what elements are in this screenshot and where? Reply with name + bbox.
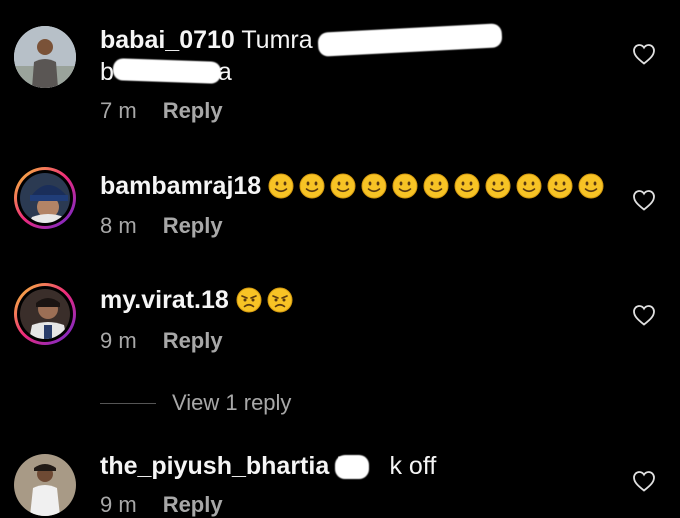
avatar-image (14, 454, 76, 516)
comment-time: 8 m (100, 213, 137, 238)
heart-icon[interactable] (632, 470, 656, 492)
smiling-face-emoji-icon (423, 173, 449, 199)
smiling-face-emoji-icon (547, 173, 573, 199)
smiling-face-emoji-icon (578, 173, 604, 199)
angry-face-emoji-icon (267, 287, 293, 313)
comment-time: 9 m (100, 328, 137, 353)
heart-icon[interactable] (632, 43, 656, 65)
smiling-face-emoji-icon (299, 173, 325, 199)
redaction-scribble (112, 58, 222, 84)
smiling-face-emoji-icon (485, 173, 511, 199)
comment-meta: 8 m Reply (100, 213, 223, 239)
comment-body-start: b (100, 58, 114, 86)
view-replies-label[interactable]: View 1 reply (172, 390, 291, 415)
divider-line (100, 403, 156, 404)
comment-username[interactable]: my.virat.18 (100, 286, 229, 314)
avatar[interactable] (14, 167, 76, 229)
comment-body-end: k off (389, 452, 437, 480)
reply-button[interactable]: Reply (163, 328, 223, 353)
avatar[interactable] (14, 283, 76, 345)
avatar-image (14, 26, 76, 88)
comment-username[interactable]: the_piyush_bhartia (100, 452, 329, 480)
avatar[interactable] (14, 26, 76, 88)
emoji-row (268, 172, 609, 200)
comment-text: my.virat.18 (100, 284, 620, 316)
reply-button[interactable]: Reply (163, 213, 223, 238)
reply-button[interactable]: Reply (163, 98, 223, 123)
comment-meta: 7 m Reply (100, 98, 223, 124)
smiling-face-emoji-icon (516, 173, 542, 199)
avatar[interactable] (14, 454, 76, 516)
comment-body: Tumra (241, 26, 313, 54)
avatar-image (20, 173, 70, 223)
smiling-face-emoji-icon (361, 173, 387, 199)
comment-time: 7 m (100, 98, 137, 123)
view-replies-button[interactable]: View 1 reply (100, 390, 291, 416)
angry-face-emoji-icon (236, 287, 262, 313)
comment-text: bambamraj18 (100, 170, 620, 202)
smiling-face-emoji-icon (454, 173, 480, 199)
comment-meta: 9 m Reply (100, 328, 223, 354)
comment-username[interactable]: babai_0710 (100, 26, 235, 54)
emoji-row (236, 286, 298, 314)
smiling-face-emoji-icon (392, 173, 418, 199)
avatar-image (20, 289, 70, 339)
smiling-face-emoji-icon (330, 173, 356, 199)
heart-icon[interactable] (632, 189, 656, 211)
comment-meta: 9 m Reply (100, 492, 223, 518)
reply-button[interactable]: Reply (163, 492, 223, 517)
redaction-scribble (335, 455, 369, 479)
comment-time: 9 m (100, 492, 137, 517)
smiling-face-emoji-icon (268, 173, 294, 199)
heart-icon[interactable] (632, 304, 656, 326)
comment-username[interactable]: bambamraj18 (100, 172, 261, 200)
